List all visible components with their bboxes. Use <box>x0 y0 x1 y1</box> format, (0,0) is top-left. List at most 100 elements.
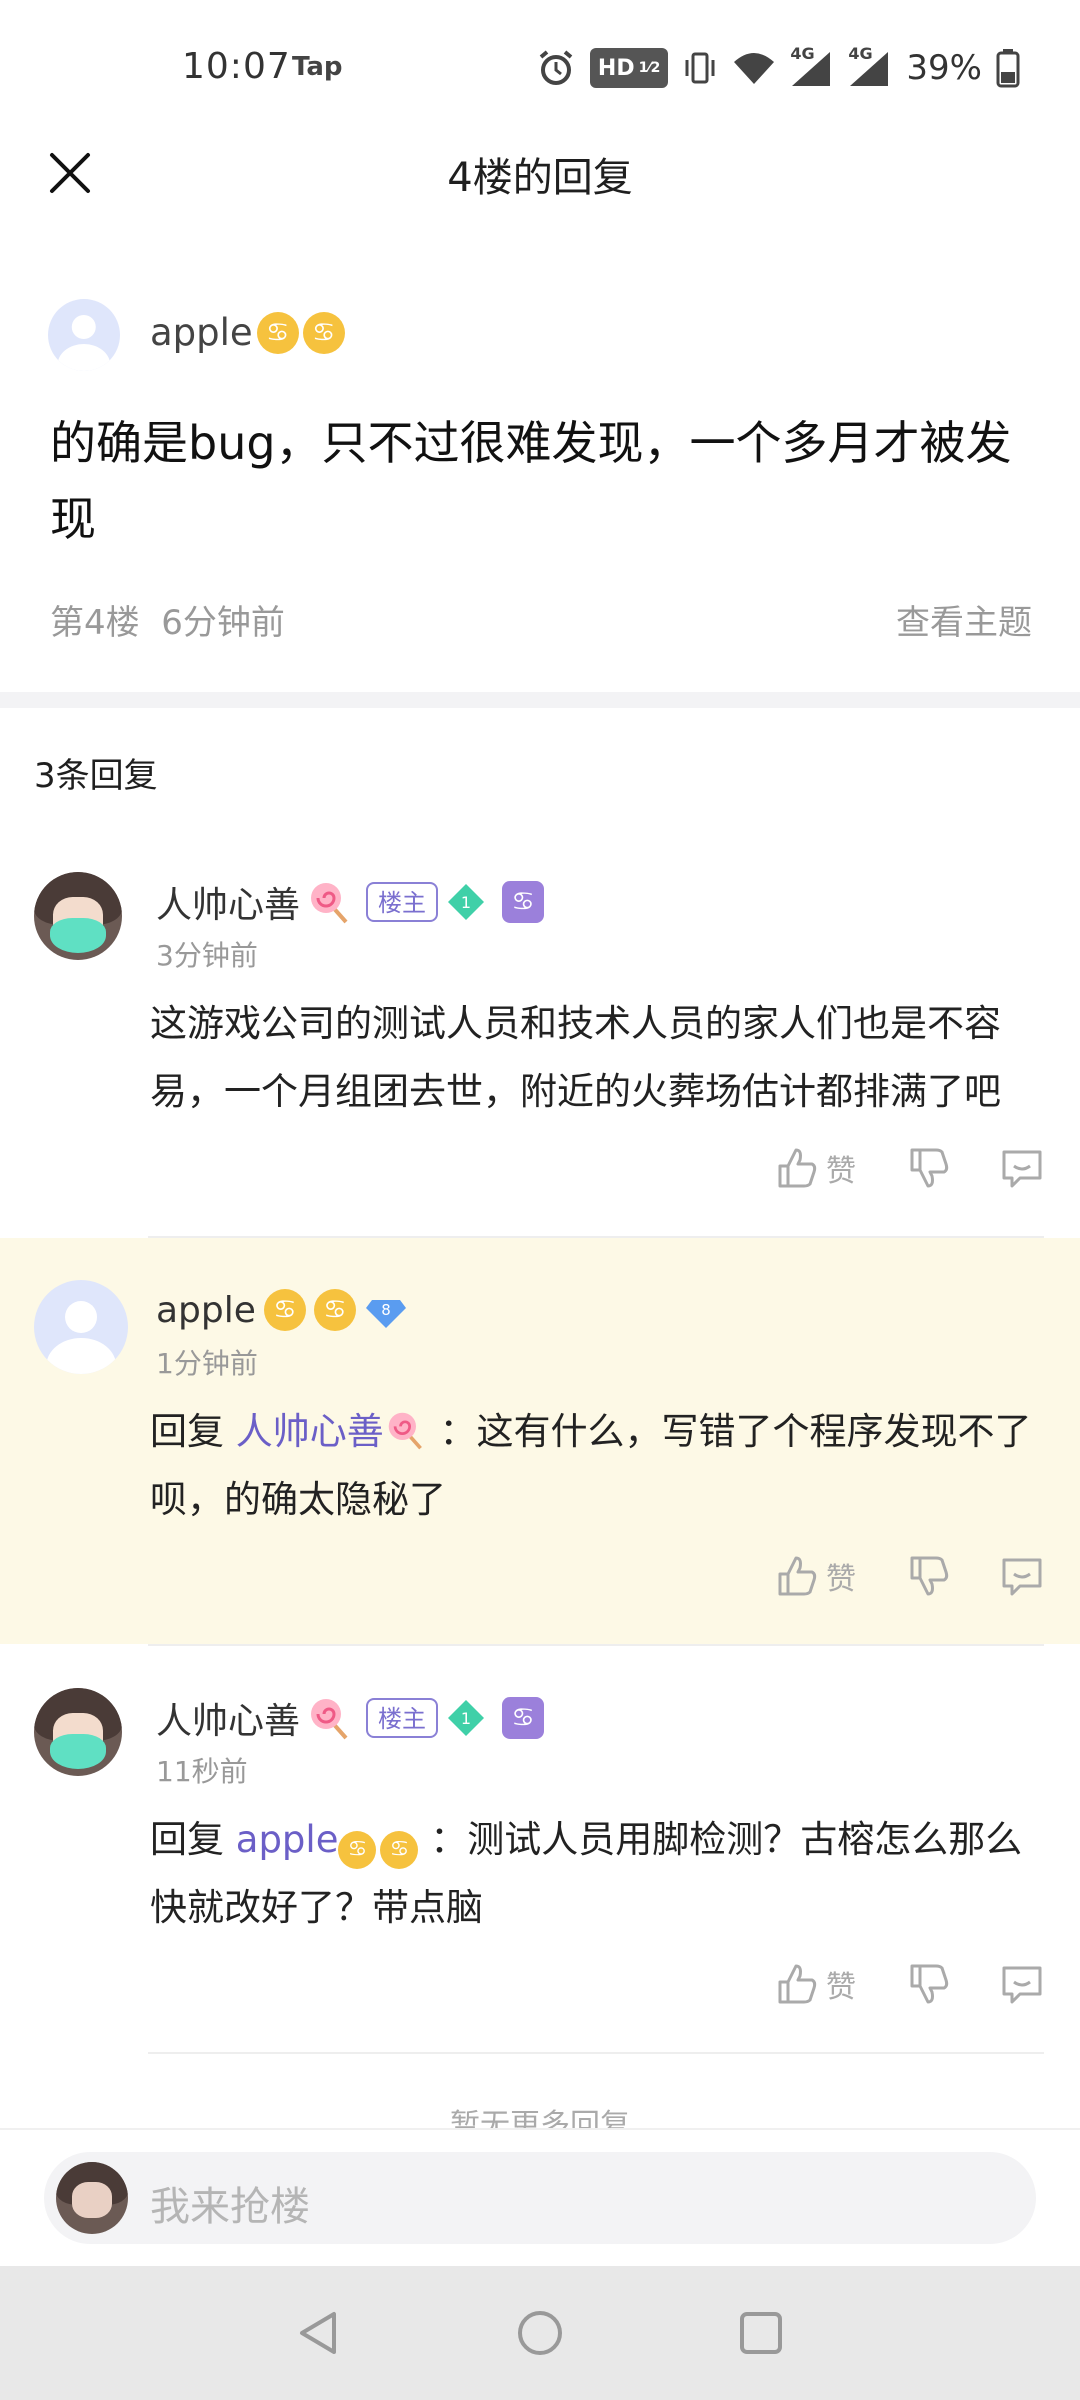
section-divider <box>0 692 1080 708</box>
reply-count: 3条回复 <box>34 756 158 796</box>
status-bar: 10:07 Tap HD 1⁄2 4G 4G 39% <box>0 0 1080 135</box>
wifi-icon <box>734 53 775 84</box>
thumbs-up-icon[interactable] <box>774 1554 818 1598</box>
thumbs-up-icon[interactable] <box>774 1962 818 2006</box>
svg-text:1: 1 <box>461 893 471 912</box>
comment-input[interactable]: 我来抢楼 <box>44 2152 1036 2244</box>
avatar[interactable] <box>34 1280 128 1374</box>
alarm-icon <box>539 50 573 85</box>
lollipop-icon <box>311 883 348 924</box>
dislike-button[interactable] <box>906 1962 950 2006</box>
reply-item: 人帅心善 楼主 1 ♋ 11秒前 回复 apple ♋ ♋ ：测试人员用脚检测？古榕… <box>0 1646 1080 2052</box>
reply-author-row: apple ♋ ♋ 8 <box>156 1286 408 1334</box>
reply-text: 这游戏公司的测试人员和技术人员的家人们也是不容易，一个月组团去世，附近的火葬场估… <box>150 1002 1001 1113</box>
comment-icon[interactable] <box>1000 1146 1044 1190</box>
signal-icon-2: 4G <box>848 44 892 88</box>
recents-square-icon[interactable] <box>736 2308 786 2358</box>
cancer-zodiac-icon: ♋ <box>256 311 299 354</box>
nav-recents-button[interactable] <box>728 2300 794 2366</box>
like-label: 赞 <box>826 1970 856 2005</box>
avatar[interactable] <box>34 872 122 960</box>
thumbs-down-icon[interactable] <box>906 1962 950 2006</box>
thumbs-down-icon[interactable] <box>906 1146 950 1190</box>
header: 4楼的回复 <box>0 135 1080 265</box>
thumbs-up-icon[interactable] <box>774 1146 818 1190</box>
reply-username[interactable]: apple <box>156 1290 256 1331</box>
vibrate-icon <box>685 52 715 84</box>
post-meta: 第4楼 6分钟前 <box>50 595 285 644</box>
like-label: 赞 <box>826 1562 856 1597</box>
divider <box>148 2052 1044 2054</box>
mention-link[interactable]: 人帅心善 <box>236 1410 384 1453</box>
lollipop-icon <box>311 1699 348 1740</box>
reply-item: 人帅心善 楼主 1 ♋ 3分钟前 这游戏公司的测试人员和技术人员的家人们也是不容… <box>0 830 1080 1236</box>
reply-button[interactable] <box>1000 1554 1044 1598</box>
avatar[interactable] <box>34 1688 122 1776</box>
cancer-zodiac-icon: ♋ <box>380 1831 419 1869</box>
main-post: apple ♋ ♋ 的确是bug，只不过很难发现，一个多月才被发现 第4楼 6分… <box>0 265 1080 690</box>
reply-item: apple ♋ ♋ 8 1分钟前 回复 人帅心善 ：这有什么，写错了个程序发现不… <box>0 1238 1080 1644</box>
reply-username[interactable]: 人帅心善 <box>156 1692 300 1744</box>
reply-prefix: 回复 <box>150 1818 224 1861</box>
reply-button[interactable] <box>1000 1962 1044 2006</box>
avatar <box>56 2162 128 2234</box>
like-label: 赞 <box>826 1154 856 1189</box>
battery-percent: 39% <box>906 48 982 88</box>
reply-text: 回复 人帅心善 ：这有什么，写错了个程序发现不了呗，的确太隐秘了 <box>150 1398 1044 1534</box>
reply-author-row: 人帅心善 楼主 1 ♋ <box>156 876 545 928</box>
nav-back-button[interactable] <box>286 2300 352 2366</box>
comment-icon[interactable] <box>1000 1962 1044 2006</box>
cancer-zodiac-icon: ♋ <box>302 311 345 354</box>
gem-level-icon: 8 <box>365 1300 406 1328</box>
post-time: 6分钟前 <box>161 603 285 643</box>
owner-badge: 楼主 <box>366 1698 439 1738</box>
gem-level-icon: 1 <box>448 1700 485 1736</box>
cancer-zodiac-icon: ♋ <box>502 1697 545 1739</box>
back-triangle-icon[interactable] <box>294 2308 344 2358</box>
reply-actions: 赞 <box>724 1554 1044 1598</box>
thumbs-down-icon[interactable] <box>906 1554 950 1598</box>
reply-button[interactable] <box>1000 1146 1044 1190</box>
reply-prefix: 回复 <box>150 1410 224 1453</box>
svg-text:1: 1 <box>461 1709 471 1728</box>
app-indicator: Tap <box>292 52 343 82</box>
reply-actions: 赞 <box>724 1962 1044 2006</box>
main-username[interactable]: apple ♋ ♋ <box>150 311 345 354</box>
hd-badge: HD 1⁄2 <box>589 48 669 88</box>
nav-home-button[interactable] <box>507 2300 573 2366</box>
gem-level-icon: 1 <box>448 884 485 920</box>
cancer-zodiac-icon: ♋ <box>313 1289 356 1331</box>
cancer-zodiac-icon: ♋ <box>263 1289 306 1331</box>
comment-icon[interactable] <box>1000 1554 1044 1598</box>
signal-icon-1: 4G <box>790 44 834 88</box>
main-post-content: 的确是bug，只不过很难发现，一个多月才被发现 <box>50 416 1012 546</box>
battery-icon <box>996 49 1020 88</box>
reply-author-row: 人帅心善 楼主 1 ♋ <box>156 1692 545 1744</box>
reply-actions: 赞 <box>724 1146 1044 1190</box>
dislike-button[interactable] <box>906 1146 950 1190</box>
avatar[interactable] <box>48 299 120 371</box>
lollipop-icon <box>388 1412 422 1450</box>
dislike-button[interactable] <box>906 1554 950 1598</box>
reply-time: 3分钟前 <box>156 939 258 972</box>
status-icons: HD 1⁄2 4G 4G 39% <box>536 44 1020 92</box>
like-button[interactable]: 赞 <box>774 1554 856 1598</box>
floor-label: 第4楼 <box>50 603 140 643</box>
cancer-zodiac-icon: ♋ <box>502 881 545 923</box>
status-time: 10:07 <box>182 46 291 87</box>
view-topic-link[interactable]: 查看主题 <box>896 595 1032 644</box>
like-button[interactable]: 赞 <box>774 1146 856 1190</box>
reply-username[interactable]: 人帅心善 <box>156 876 300 928</box>
comment-input-bar: 我来抢楼 <box>0 2128 1080 2266</box>
reply-time: 1分钟前 <box>156 1347 258 1380</box>
input-placeholder: 我来抢楼 <box>150 2184 310 2230</box>
home-circle-icon[interactable] <box>515 2308 565 2358</box>
reply-time: 11秒前 <box>156 1755 248 1788</box>
mention-link[interactable]: apple <box>236 1818 339 1861</box>
cancer-zodiac-icon: ♋ <box>338 1831 377 1869</box>
svg-text:8: 8 <box>381 1301 391 1319</box>
like-button[interactable]: 赞 <box>774 1962 856 2006</box>
owner-badge: 楼主 <box>366 882 439 922</box>
no-more-replies: 暂无更多回复 <box>450 2108 630 2130</box>
reply-text: 回复 apple ♋ ♋ ：测试人员用脚检测？古榕怎么那么快就改好了？带点脑 <box>150 1806 1044 1942</box>
